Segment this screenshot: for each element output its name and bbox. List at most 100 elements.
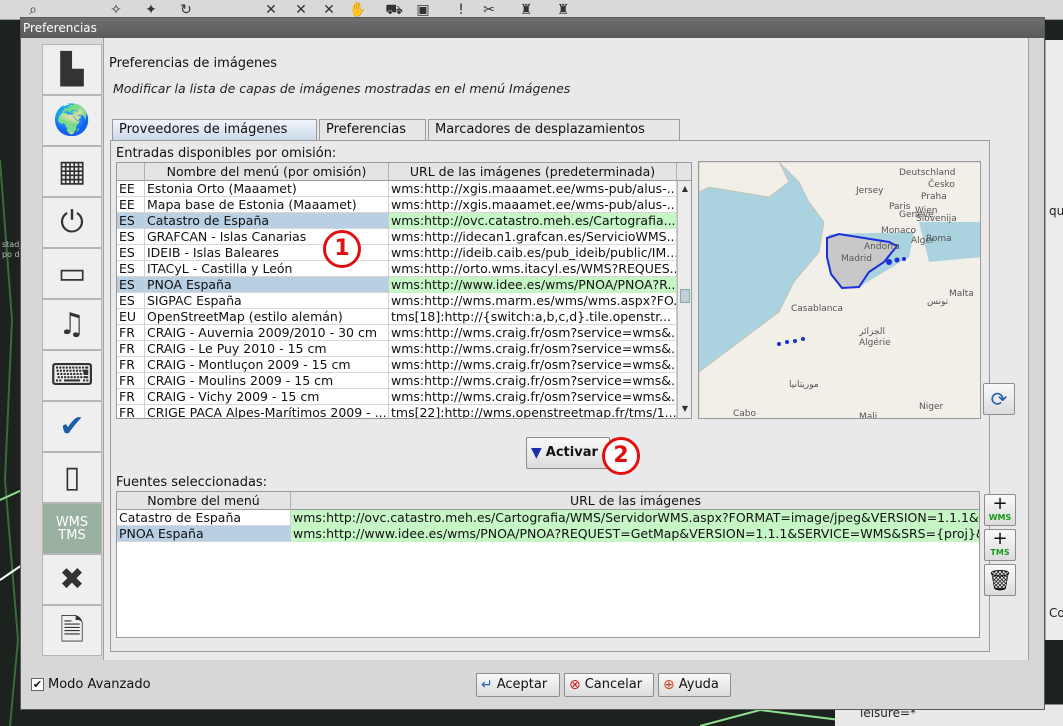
url-cell[interactable]: wms:http://www.idee.es/wms/PNOA/PNOA?REQ…	[291, 526, 979, 542]
table-row[interactable]: ES GRAFCAN - Islas Canarias wms:http://ide…	[117, 229, 691, 245]
table-row[interactable]: ES PNOA España wms:http://www.idee.es/wms/…	[117, 277, 691, 293]
add-tms-button[interactable]: + TMS	[984, 529, 1016, 561]
map-place-label: Casablanca	[791, 304, 843, 314]
url-cell: wms:http://ovc.catastro.meh.es/Cartograf…	[389, 213, 677, 229]
url-cell: wms:http://wms.craig.fr/osm?service=wms&…	[391, 341, 677, 357]
accept-icon: ↵	[481, 677, 493, 693]
sidebar-projection-icon[interactable]: ▦	[42, 146, 102, 197]
page-description: Modificar la lista de capas de imágenes …	[113, 81, 571, 96]
selected-sources-table: Nombre del menú URL de las imágenes Cata…	[116, 491, 980, 638]
table-row[interactable]: EE Mapa base de Estonia (Maaamet) wms:http…	[117, 197, 691, 213]
url-cell: tms[18]:http://{switch:a,b,c,d}.tile.ope…	[389, 309, 677, 325]
country-code-cell: EE	[117, 197, 145, 213]
column-header-name[interactable]: Nombre del menú (por omisión)	[145, 163, 389, 181]
help-label: Ayuda	[678, 677, 719, 692]
menu-name-cell[interactable]: Catastro de España	[117, 510, 291, 526]
activate-label: Activar	[545, 445, 598, 460]
background-text: que	[1049, 204, 1063, 218]
tab-offset-bookmarks[interactable]: Marcadores de desplazamientos	[428, 119, 680, 140]
menu-name-cell: SIGPAC España	[145, 293, 389, 309]
sidebar-remote-control-icon[interactable]: ▯	[42, 452, 102, 503]
scroll-thumb[interactable]	[680, 289, 690, 303]
background-text: Co	[1049, 606, 1063, 620]
table-row[interactable]: FR CRAIG - Montluçon 2009 - 15 cm wms:http…	[117, 357, 691, 373]
scroll-down-icon[interactable]: ▼	[679, 403, 691, 415]
triangle-down-icon: ▼	[531, 445, 542, 461]
page-title: Preferencias de imágenes	[109, 56, 278, 71]
callout-1: 1	[323, 230, 361, 268]
table-row[interactable]: FR CRAIG - Le Puy 2010 - 15 cm wms:http://…	[117, 341, 691, 357]
add-wms-button[interactable]: + WMS	[984, 494, 1016, 526]
imagery-bounds-map[interactable]: Deutschland Česko Jersey Praha Paris Wien Gene…	[698, 161, 981, 419]
table-row[interactable]: FR CRAIG - Moulins 2009 - 15 cm wms:http:/…	[117, 373, 691, 389]
map-place-label: Algérie	[859, 338, 891, 348]
url-cell: wms:http://wms.marm.es/wms/wms.aspx?FO..…	[391, 293, 677, 309]
help-icon: ⊕	[663, 677, 675, 693]
table-row[interactable]: PNOA España wms:http://www.idee.es/wms/PN…	[117, 526, 979, 542]
help-button[interactable]: ⊕ Ayuda	[658, 673, 731, 697]
table-row[interactable]: EE Estonia Orto (Maaamet) wms:http://xgis.…	[117, 181, 691, 197]
tab-imagery-providers[interactable]: Proveedores de imágenes	[112, 119, 317, 141]
url-cell[interactable]: wms:http://ovc.catastro.meh.es/Cartograf…	[291, 510, 979, 526]
column-header-url[interactable]: URL de las imágenes (predeterminada)	[389, 163, 677, 181]
sidebar-plugin-icon[interactable]: 🗎	[42, 605, 102, 656]
table-row[interactable]: ES ITACyL - Castilla y León wms:http://ort…	[117, 261, 691, 277]
background-text: po d	[2, 250, 20, 259]
map-place-label: Alger	[911, 236, 935, 246]
sidebar-imagery-icon[interactable]: WMS TMS	[42, 503, 102, 554]
cancel-icon: ⊗	[569, 677, 581, 693]
sidebar-display-settings-icon[interactable]: ▙	[42, 44, 102, 95]
delete-button[interactable]: 🗑	[984, 564, 1016, 596]
dialog-title[interactable]: Preferencias	[21, 18, 1044, 38]
advanced-mode-label[interactable]: Modo Avanzado	[48, 677, 151, 692]
map-place-label: موريتانيا	[789, 380, 819, 390]
sidebar-shortcuts-icon[interactable]: ⌨	[42, 350, 102, 401]
map-place-label: Madrid	[841, 254, 872, 264]
map-place-label: Monaco	[881, 226, 916, 236]
plus-icon: +	[992, 493, 1008, 514]
map-place-label: الجزائر	[859, 327, 885, 337]
available-entries-label: Entradas disponibles por omisión:	[116, 146, 337, 161]
sidebar-map-settings-icon[interactable]: 🌍	[42, 95, 102, 146]
available-entries-table: Nombre del menú (por omisión) URL de las…	[116, 162, 692, 419]
table-row[interactable]: Catastro de España wms:http://ovc.catastr…	[117, 510, 979, 526]
table-row[interactable]: ES Catastro de España wms:http://ovc.catas…	[117, 213, 691, 229]
url-cell: wms:http://idecan1.grafcan.es/ServicioWM…	[391, 229, 677, 245]
table-row[interactable]: FR CRAIG - Vichy 2009 - 15 cm wms:http://w…	[117, 389, 691, 405]
accept-button[interactable]: ↵ Aceptar	[476, 673, 560, 697]
country-code-cell: ES	[117, 261, 145, 277]
menu-name-cell: CRAIG - Le Puy 2010 - 15 cm	[145, 341, 389, 357]
available-scrollbar[interactable]: ▲ ▼	[677, 181, 691, 418]
table-row[interactable]: ES SIGPAC España wms:http://wms.marm.es/wm…	[117, 293, 691, 309]
menu-name-cell: CRAIG - Montluçon 2009 - 15 cm	[145, 357, 389, 373]
country-code-cell: FR	[117, 405, 145, 418]
column-header-name[interactable]: Nombre del menú	[117, 492, 291, 510]
sidebar-audio-icon[interactable]: ♫	[42, 299, 102, 350]
table-row[interactable]: FR CRAIG - Auvernia 2009/2010 - 30 cm wms:…	[117, 325, 691, 341]
map-place-label: Mali	[859, 412, 878, 419]
sidebar-presets-icon[interactable]: ▭	[42, 248, 102, 299]
advanced-mode-checkbox[interactable]: ✔	[31, 678, 44, 691]
table-row[interactable]: FR CRIGE PACA Alpes-Marítimos 2009 - ... t…	[117, 405, 691, 418]
add-tms-label: TMS	[990, 548, 1010, 557]
cancel-button[interactable]: ⊗ Cancelar	[564, 673, 654, 697]
table-row[interactable]: ES IDEIB - Islas Baleares wms:http://ideib…	[117, 245, 691, 261]
scroll-up-icon[interactable]: ▲	[679, 183, 691, 195]
sidebar-connection-icon[interactable]: ⏻	[42, 197, 102, 248]
country-code-cell: FR	[117, 325, 145, 341]
trash-icon: 🗑	[987, 568, 1013, 592]
tab-preferences[interactable]: Preferencias	[319, 119, 426, 140]
column-header-url[interactable]: URL de las imágenes	[291, 492, 979, 510]
map-place-label: تونس	[927, 297, 949, 307]
menu-name-cell[interactable]: PNOA España	[117, 526, 291, 542]
map-place-label: Andorra	[864, 242, 900, 252]
url-cell: wms:http://wms.craig.fr/osm?service=wms&…	[391, 357, 677, 373]
table-row[interactable]: EU OpenStreetMap (estilo alemán) tms[18]:h…	[117, 309, 691, 325]
sidebar-advanced-icon[interactable]: ✖	[42, 554, 102, 605]
column-header-country[interactable]	[117, 163, 145, 181]
sidebar-validator-icon[interactable]: ✔	[42, 401, 102, 452]
refresh-map-button[interactable]: ⟳	[983, 383, 1015, 415]
activate-button[interactable]: ▼ Activar	[526, 437, 610, 469]
selected-sources-label: Fuentes seleccionadas:	[116, 475, 268, 490]
add-wms-label: WMS	[988, 513, 1012, 522]
